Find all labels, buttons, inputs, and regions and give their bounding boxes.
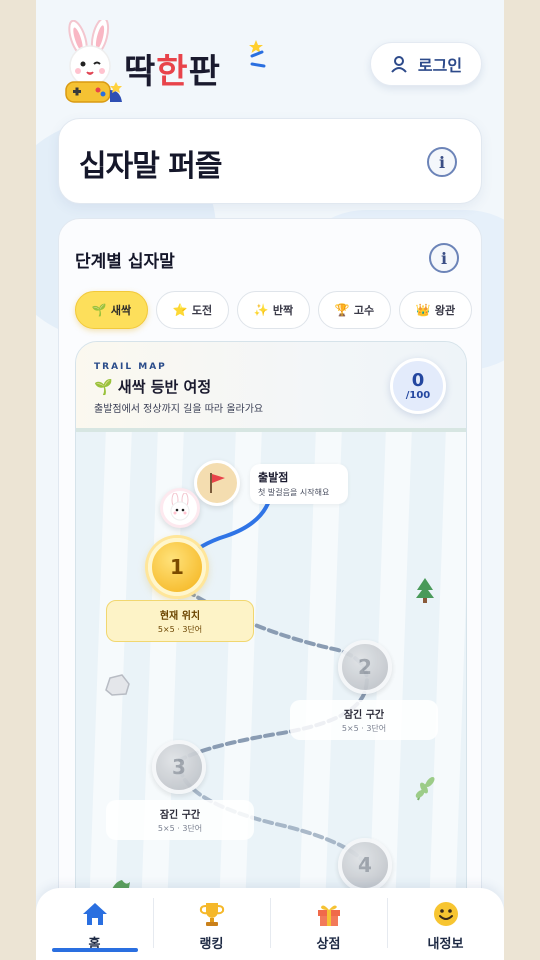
progress-count: 0 (411, 369, 425, 391)
start-title: 출발점 (258, 471, 289, 484)
sparkle-icon (249, 40, 266, 68)
page-title: 십자말 퍼즐 (79, 149, 222, 184)
header: 딱한판 로그인 (36, 18, 504, 108)
start-subtitle: 첫 발걸음을 시작해요 (258, 488, 330, 497)
stage-title: 잠긴 구간 (159, 810, 201, 821)
active-indicator (51, 948, 138, 952)
flag-icon (210, 473, 225, 493)
trail-title: 🌱 새싹 등반 여정 (94, 376, 211, 397)
stage-number: 3 (172, 755, 186, 779)
app-screen: 딱한판 로그인 십자말 퍼즐 i 단계별 십자말 i 🌱 새싹 ⭐ 도전 ✨ 반… (36, 0, 504, 960)
section-info-button[interactable]: i (429, 243, 459, 273)
stage-title: 현재 위치 (159, 611, 201, 622)
stage-detail: 5×5 · 3단어 (157, 625, 203, 634)
crown-icon: 👑 (415, 303, 431, 317)
tab-sparkle[interactable]: ✨ 반짝 (237, 291, 310, 329)
nav-home[interactable]: 홈 (36, 888, 153, 960)
login-label: 로그인 (417, 56, 463, 75)
tab-master[interactable]: 🏆 고수 (318, 291, 391, 329)
nav-ranking[interactable]: 랭킹 (153, 888, 270, 960)
tab-sprout[interactable]: 🌱 새싹 (75, 291, 148, 329)
bottom-navigation: 홈 랭킹 상점 내정보 (36, 888, 504, 960)
stage-node-4[interactable]: 4 (338, 838, 392, 892)
tree-icon (416, 578, 434, 603)
trail-title-text: 새싹 등반 여정 (117, 378, 212, 396)
info-icon: i (438, 152, 446, 172)
progress-badge: 0 /100 (390, 358, 446, 414)
nav-shop[interactable]: 상점 (270, 888, 387, 960)
tab-label: 새싹 (110, 304, 132, 317)
sprout-icon: 🌱 (91, 303, 107, 317)
nav-profile[interactable]: 내정보 (387, 888, 504, 960)
progress-total: /100 (405, 389, 431, 401)
rock-icon (105, 674, 130, 696)
stage-detail: 5×5 · 3단어 (157, 824, 203, 833)
trophy-icon (199, 902, 224, 926)
login-button[interactable]: 로그인 (370, 42, 482, 86)
star-icon: ⭐ (172, 303, 188, 317)
stage-detail: 5×5 · 3단어 (341, 724, 387, 733)
stage-title: 잠긴 구간 (343, 710, 385, 721)
stage-number: 2 (358, 655, 372, 679)
page-title-card: 십자말 퍼즐 i (58, 118, 482, 204)
trail-map-area: 출발점 첫 발걸음을 시작해요 1 현재 위치 5×5 · 3단어 2 잠긴 구… (76, 432, 466, 960)
stage-number: 1 (170, 555, 184, 579)
trophy-icon: 🏆 (334, 303, 350, 317)
logo-wordmark: 딱한판 (124, 52, 221, 92)
trail-eyebrow: TRAIL MAP (94, 362, 167, 372)
start-point-label: 출발점 첫 발걸음을 시작해요 (250, 464, 348, 504)
rabbit-mascot-icon (65, 20, 122, 103)
trail-subtitle: 출발점에서 정상까지 길을 따라 올라가요 (94, 404, 264, 415)
trail-map: TRAIL MAP 🌱 새싹 등반 여정 출발점에서 정상까지 길을 따라 올라… (75, 341, 467, 960)
section-title: 단계별 십자말 (75, 252, 175, 272)
user-icon (391, 56, 407, 73)
leaf-icon (415, 777, 435, 801)
nav-label: 상점 (316, 936, 341, 952)
tab-crown[interactable]: 👑 왕관 (399, 291, 472, 329)
home-icon (82, 902, 107, 925)
stage-node-3[interactable]: 3 (152, 740, 206, 794)
nav-label: 내정보 (427, 936, 464, 952)
tab-label: 왕관 (434, 304, 456, 317)
stage-node-2[interactable]: 2 (338, 640, 392, 694)
rabbit-icon (170, 493, 190, 521)
tab-challenge[interactable]: ⭐ 도전 (156, 291, 229, 329)
stage-label-2: 잠긴 구간 5×5 · 3단어 (290, 700, 438, 740)
sprout-icon: 🌱 (94, 378, 118, 396)
rabbit-avatar (160, 488, 200, 528)
app-logo[interactable]: 딱한판 (56, 20, 266, 106)
nav-label: 랭킹 (199, 936, 224, 952)
stage-node-1[interactable]: 1 (148, 538, 206, 596)
tab-label: 반짝 (272, 304, 294, 317)
tab-label: 고수 (353, 304, 375, 317)
gift-icon (317, 905, 340, 926)
stage-section: 단계별 십자말 i 🌱 새싹 ⭐ 도전 ✨ 반짝 🏆 고수 👑 왕관 TRAIL… (58, 218, 482, 960)
sparkle-icon: ✨ (253, 303, 269, 317)
stage-label-3: 잠긴 구간 5×5 · 3단어 (106, 800, 254, 840)
stage-number: 4 (358, 853, 372, 877)
tab-label: 도전 (191, 304, 213, 317)
start-flag-marker (194, 460, 240, 506)
trail-header: TRAIL MAP 🌱 새싹 등반 여정 출발점에서 정상까지 길을 따라 올라… (76, 342, 466, 432)
smiley-icon (433, 901, 458, 926)
page-info-button[interactable]: i (427, 147, 457, 177)
info-icon: i (440, 248, 448, 268)
level-tabs: 🌱 새싹 ⭐ 도전 ✨ 반짝 🏆 고수 👑 왕관 (75, 291, 472, 329)
trail-path (170, 496, 369, 866)
stage-label-1: 현재 위치 5×5 · 3단어 (106, 600, 254, 642)
